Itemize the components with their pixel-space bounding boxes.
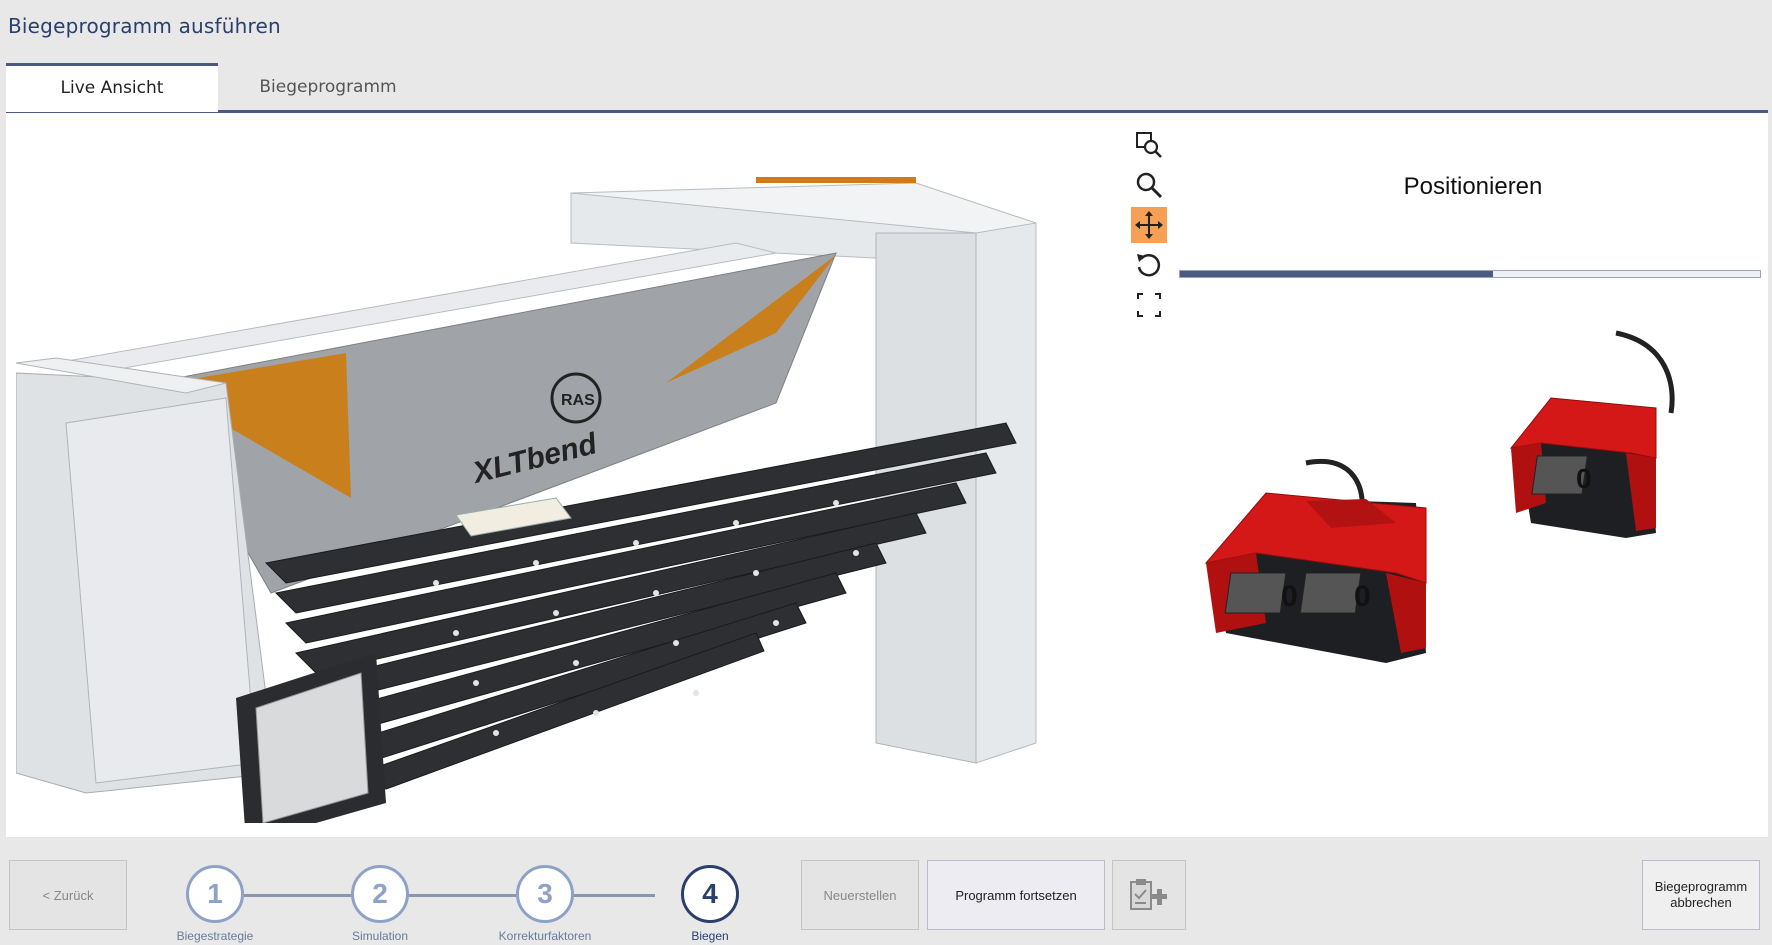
live-view-panel: XLTbend RAS Positionieren 0 0 0: [6, 113, 1768, 837]
step-4[interactable]: 4 Biegen: [680, 865, 740, 943]
clipboard-add-button[interactable]: [1112, 860, 1186, 930]
page-title: Biegeprogramm ausführen: [8, 14, 281, 38]
right-foot-pedal: 0: [1509, 397, 1657, 538]
back-button[interactable]: < Zurück: [9, 860, 127, 930]
step-1-circle: 1: [186, 865, 244, 923]
abort-label-line2: abbrechen: [1670, 895, 1732, 910]
continue-program-button[interactable]: Programm fortsetzen: [927, 860, 1105, 930]
tab-biegeprogramm[interactable]: Biegeprogramm: [218, 63, 438, 111]
step-2-label: Simulation: [351, 929, 409, 943]
progress-bar: [1179, 270, 1761, 278]
rotate-icon: [1137, 254, 1161, 277]
step-3-circle: 3: [516, 865, 574, 923]
step-4-circle: 4: [681, 865, 739, 923]
wizard-stepper: 1 Biegestrategie 2 Simulation 3 Korrektu…: [170, 865, 770, 945]
progress-fill: [1180, 271, 1494, 277]
left-foot-pedal: 0 0: [1204, 492, 1427, 663]
fit-screen-icon: [1137, 293, 1161, 317]
step-3[interactable]: 3 Korrekturfaktoren: [499, 865, 591, 943]
reset-button[interactable]: Neuerstellen: [801, 860, 919, 930]
status-label: Positionieren: [1403, 173, 1543, 200]
tab-bar: Live Ansicht Biegeprogramm: [6, 63, 1768, 113]
machine-3d-view[interactable]: XLTbend RAS: [16, 153, 1046, 823]
footer-bar: < Zurück 1 Biegestrategie 2 Simulation 3…: [0, 845, 1772, 945]
pan-tool[interactable]: [1131, 207, 1167, 243]
stepper-line: [215, 894, 655, 897]
fit-screen-tool[interactable]: [1131, 287, 1167, 323]
step-2[interactable]: 2 Simulation: [350, 865, 410, 943]
left-pedal-key-2: 0: [1354, 580, 1371, 613]
step-1[interactable]: 1 Biegestrategie: [177, 865, 253, 943]
abort-label-line1: Biegeprogramm: [1654, 879, 1748, 895]
zoom-window-tool[interactable]: [1131, 127, 1167, 163]
foot-pedals-view: 0 0 0: [1204, 330, 1675, 663]
step-2-circle: 2: [351, 865, 409, 923]
step-1-label: Biegestrategie: [176, 929, 254, 943]
zoom-icon: [1136, 172, 1163, 199]
left-pedal-key-1: 0: [1281, 580, 1298, 613]
right-pedal-key: 0: [1576, 463, 1592, 494]
view-toolbar: [1131, 127, 1171, 327]
zoom-window-icon: [1136, 132, 1162, 158]
step-4-label: Biegen: [691, 929, 729, 943]
zoom-tool[interactable]: [1131, 167, 1167, 203]
tab-live-ansicht[interactable]: Live Ansicht: [6, 63, 218, 112]
clipboard-add-icon: [1130, 879, 1167, 910]
rotate-tool[interactable]: [1131, 247, 1167, 283]
pan-move-icon: [1135, 211, 1163, 239]
step-3-label: Korrekturfaktoren: [498, 929, 592, 943]
abort-program-button[interactable]: Biegeprogramm abbrechen: [1642, 860, 1760, 930]
machine-seal: RAS: [561, 392, 595, 409]
